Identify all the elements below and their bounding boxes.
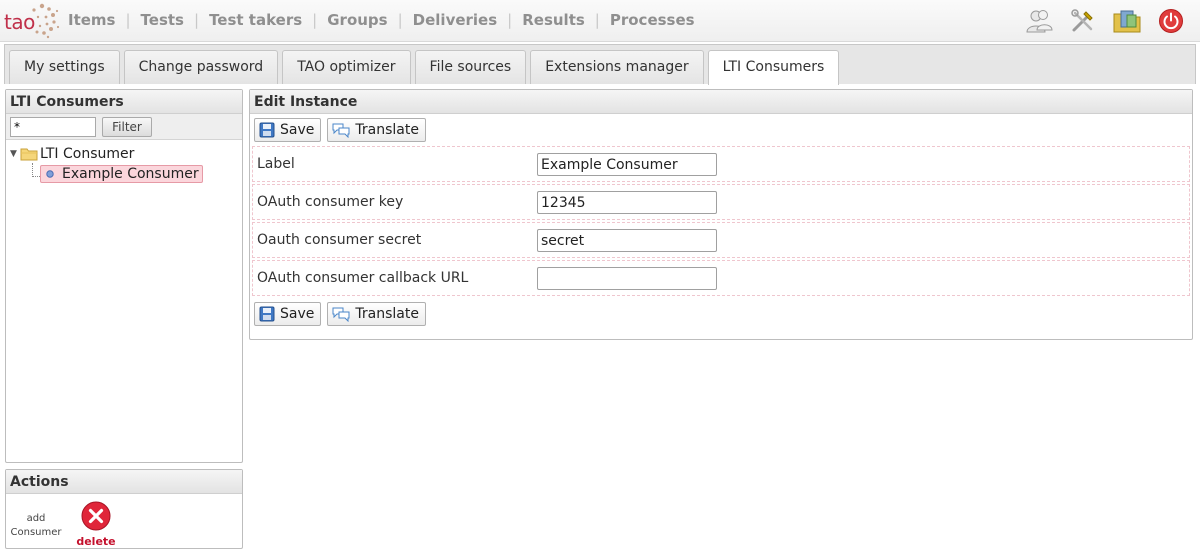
tab-lti-consumers[interactable]: LTI Consumers — [707, 50, 840, 85]
users-icon[interactable] — [1024, 6, 1054, 36]
field-label: OAuth consumer callback URL — [257, 270, 469, 286]
class-tree: ▼ LTI Consumer Example Consumer — [6, 140, 242, 184]
tree-node-label: LTI Consumer — [40, 146, 135, 162]
instance-bullet-icon — [46, 170, 54, 178]
save-button[interactable]: Save — [254, 118, 322, 142]
add-consumer-label: add Consumer — [10, 513, 62, 538]
translate-button[interactable]: Translate — [327, 118, 426, 142]
folder-icon — [20, 148, 38, 161]
speech-bubbles-icon — [332, 123, 350, 138]
logo-dots-icon — [32, 3, 60, 39]
delete-label: delete — [76, 535, 116, 548]
nav-separator: | — [397, 11, 403, 29]
translate-label: Translate — [355, 122, 419, 138]
consumer-secret-field[interactable] — [537, 229, 717, 252]
speech-bubbles-icon — [332, 307, 350, 322]
nav-separator: | — [507, 11, 513, 29]
nav-processes[interactable]: Processes — [610, 11, 695, 29]
field-label: OAuth consumer key — [257, 194, 404, 210]
top-bar: tao Items | Tests | Test takers | Groups… — [0, 0, 1200, 42]
tab-file-sources[interactable]: File sources — [414, 50, 527, 84]
tab-tao-optimizer[interactable]: TAO optimizer — [282, 50, 411, 84]
consumer-key-field[interactable] — [537, 191, 717, 214]
main-navigation: Items | Tests | Test takers | Groups | D… — [68, 11, 695, 29]
lti-consumers-tree-panel: LTI Consumers Filter ▼ LTI Consumer Exam… — [5, 89, 243, 463]
nav-separator: | — [594, 11, 600, 29]
form-toolbar-top: Save Translate — [250, 114, 1192, 144]
tab-extensions-manager[interactable]: Extensions manager — [530, 50, 704, 84]
nav-separator: | — [125, 11, 131, 29]
top-icon-bar — [1024, 6, 1186, 36]
nav-items[interactable]: Items — [68, 11, 115, 29]
save-label: Save — [280, 306, 315, 322]
nav-separator: | — [194, 11, 200, 29]
filter-input[interactable] — [10, 117, 96, 137]
nav-deliveries[interactable]: Deliveries — [413, 11, 498, 29]
tree-child-row: Example Consumer — [32, 163, 242, 184]
nav-results[interactable]: Results — [522, 11, 585, 29]
translate-label: Translate — [355, 306, 419, 322]
save-label: Save — [280, 122, 315, 138]
field-label: Label — [257, 156, 295, 172]
tools-icon[interactable] — [1068, 6, 1098, 36]
actions-panel: Actions add Consumer delete — [5, 469, 243, 549]
settings-tab-bar: My settings Change password TAO optimize… — [4, 44, 1196, 85]
expand-arrow-icon[interactable]: ▼ — [10, 149, 20, 159]
actions-panel-title: Actions — [6, 470, 242, 494]
nav-test-takers[interactable]: Test takers — [209, 11, 302, 29]
edit-instance-panel: Edit Instance Save Translate Label OAuth… — [249, 89, 1193, 340]
delete-action[interactable]: delete — [66, 500, 126, 548]
tab-my-settings[interactable]: My settings — [9, 50, 120, 84]
tree-panel-title: LTI Consumers — [6, 90, 242, 114]
nav-separator: | — [312, 11, 318, 29]
form-toolbar-bottom: Save Translate — [250, 296, 1192, 326]
power-icon[interactable] — [1156, 6, 1186, 36]
delete-icon — [81, 501, 111, 531]
tab-change-password[interactable]: Change password — [123, 50, 279, 84]
nav-groups[interactable]: Groups — [327, 11, 387, 29]
tree-filter: Filter — [6, 114, 242, 140]
tree-node-lti-consumer[interactable]: ▼ LTI Consumer — [10, 144, 242, 164]
edit-panel-title: Edit Instance — [250, 90, 1192, 114]
label-field[interactable] — [537, 153, 717, 176]
floppy-disk-icon — [259, 306, 275, 322]
form-row-callback-url: OAuth consumer callback URL — [252, 260, 1190, 296]
add-consumer-action[interactable]: add Consumer — [6, 500, 66, 548]
filter-button[interactable]: Filter — [102, 117, 152, 137]
floppy-disk-icon — [259, 122, 275, 138]
form-row-consumer-secret: Oauth consumer secret — [252, 222, 1190, 258]
media-folder-icon[interactable] — [1112, 6, 1142, 36]
tree-node-example-consumer[interactable]: Example Consumer — [40, 165, 203, 183]
field-label: Oauth consumer secret — [257, 232, 422, 248]
nav-tests[interactable]: Tests — [141, 11, 184, 29]
tree-node-label: Example Consumer — [62, 166, 199, 182]
tree-connector — [32, 163, 40, 177]
tao-logo[interactable]: tao — [4, 2, 60, 40]
translate-button[interactable]: Translate — [327, 302, 426, 326]
save-button[interactable]: Save — [254, 302, 322, 326]
form-row-consumer-key: OAuth consumer key — [252, 184, 1190, 220]
callback-url-field[interactable] — [537, 267, 717, 290]
form-row-label: Label — [252, 146, 1190, 182]
